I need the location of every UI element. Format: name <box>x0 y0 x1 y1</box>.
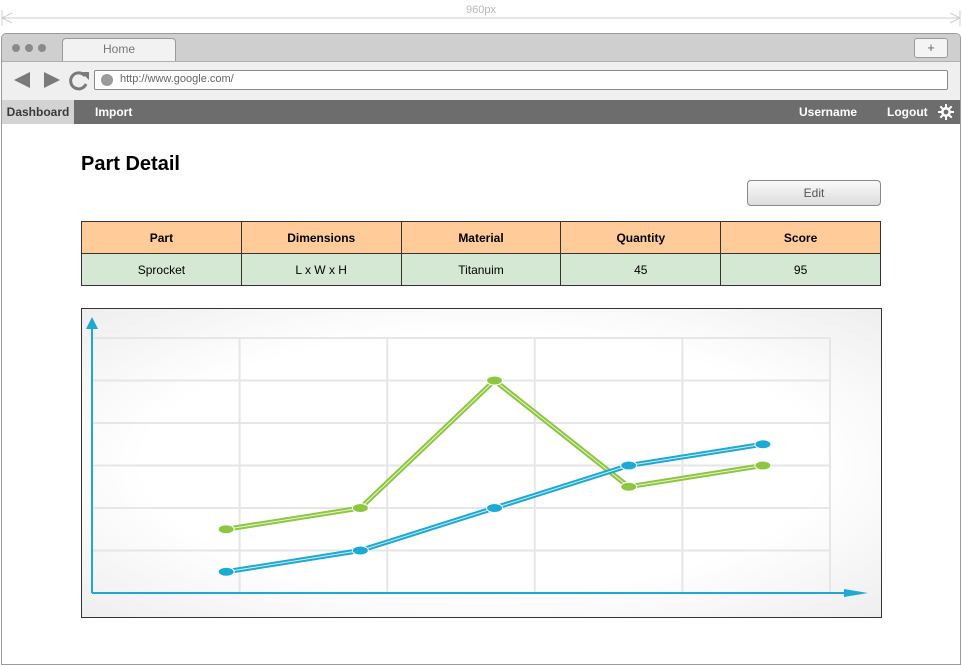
header-quantity: Quantity <box>560 221 722 254</box>
data-point <box>620 481 638 492</box>
data-point <box>351 503 369 513</box>
data-point <box>620 460 638 471</box>
line-chart <box>81 308 882 618</box>
ruler-label: 960px <box>466 4 496 16</box>
header-part: Part <box>81 221 242 254</box>
browser-tab-home[interactable]: Home <box>62 38 176 61</box>
data-point <box>754 460 772 471</box>
new-tab-button[interactable]: + <box>914 38 948 58</box>
data-point <box>486 375 504 386</box>
forward-arrow-icon[interactable] <box>42 70 62 90</box>
data-point <box>486 503 504 513</box>
nav-logout[interactable]: Logout <box>887 100 928 124</box>
table-row: Sprocket L x W x H Titanuim 45 95 <box>81 253 881 286</box>
part-detail-table: Part Dimensions Material Quantity Score … <box>81 221 881 286</box>
data-point <box>351 545 369 556</box>
app-navbar: Dashboard Import Username Logout <box>2 100 960 124</box>
table-header-row: Part Dimensions Material Quantity Score <box>81 221 881 254</box>
data-point <box>217 524 235 535</box>
cell-dimensions: L x W x H <box>240 253 402 286</box>
address-bar: http://www.google.com/ <box>2 61 960 101</box>
browser-titlebar: Home + <box>2 34 960 61</box>
header-score: Score <box>720 221 881 254</box>
x-axis-arrow <box>844 589 868 597</box>
line-chart-svg <box>86 317 868 597</box>
nav-import[interactable]: Import <box>95 100 132 124</box>
edit-button[interactable]: Edit <box>747 180 881 206</box>
header-dimensions: Dimensions <box>240 221 402 254</box>
globe-icon <box>101 74 113 86</box>
page-title: Part Detail <box>81 153 180 175</box>
url-text: http://www.google.com/ <box>120 73 234 85</box>
cell-quantity: 45 <box>560 253 722 286</box>
back-arrow-icon[interactable] <box>12 70 32 90</box>
reload-icon[interactable] <box>68 70 90 92</box>
window-minimize-dot[interactable] <box>25 44 33 52</box>
data-point <box>217 566 235 577</box>
data-point <box>754 439 772 450</box>
window-maximize-dot[interactable] <box>38 44 46 52</box>
gear-icon[interactable] <box>938 104 954 120</box>
width-ruler: 960px <box>0 0 962 30</box>
cell-material: Titanuim <box>400 253 562 286</box>
nav-dashboard[interactable]: Dashboard <box>2 100 74 124</box>
nav-username[interactable]: Username <box>799 100 857 124</box>
window-close-dot[interactable] <box>12 44 20 52</box>
y-axis-arrow <box>86 317 98 329</box>
header-material: Material <box>400 221 562 254</box>
cell-score: 95 <box>720 253 881 286</box>
url-input[interactable]: http://www.google.com/ <box>94 70 948 90</box>
cell-part: Sprocket <box>81 253 242 286</box>
